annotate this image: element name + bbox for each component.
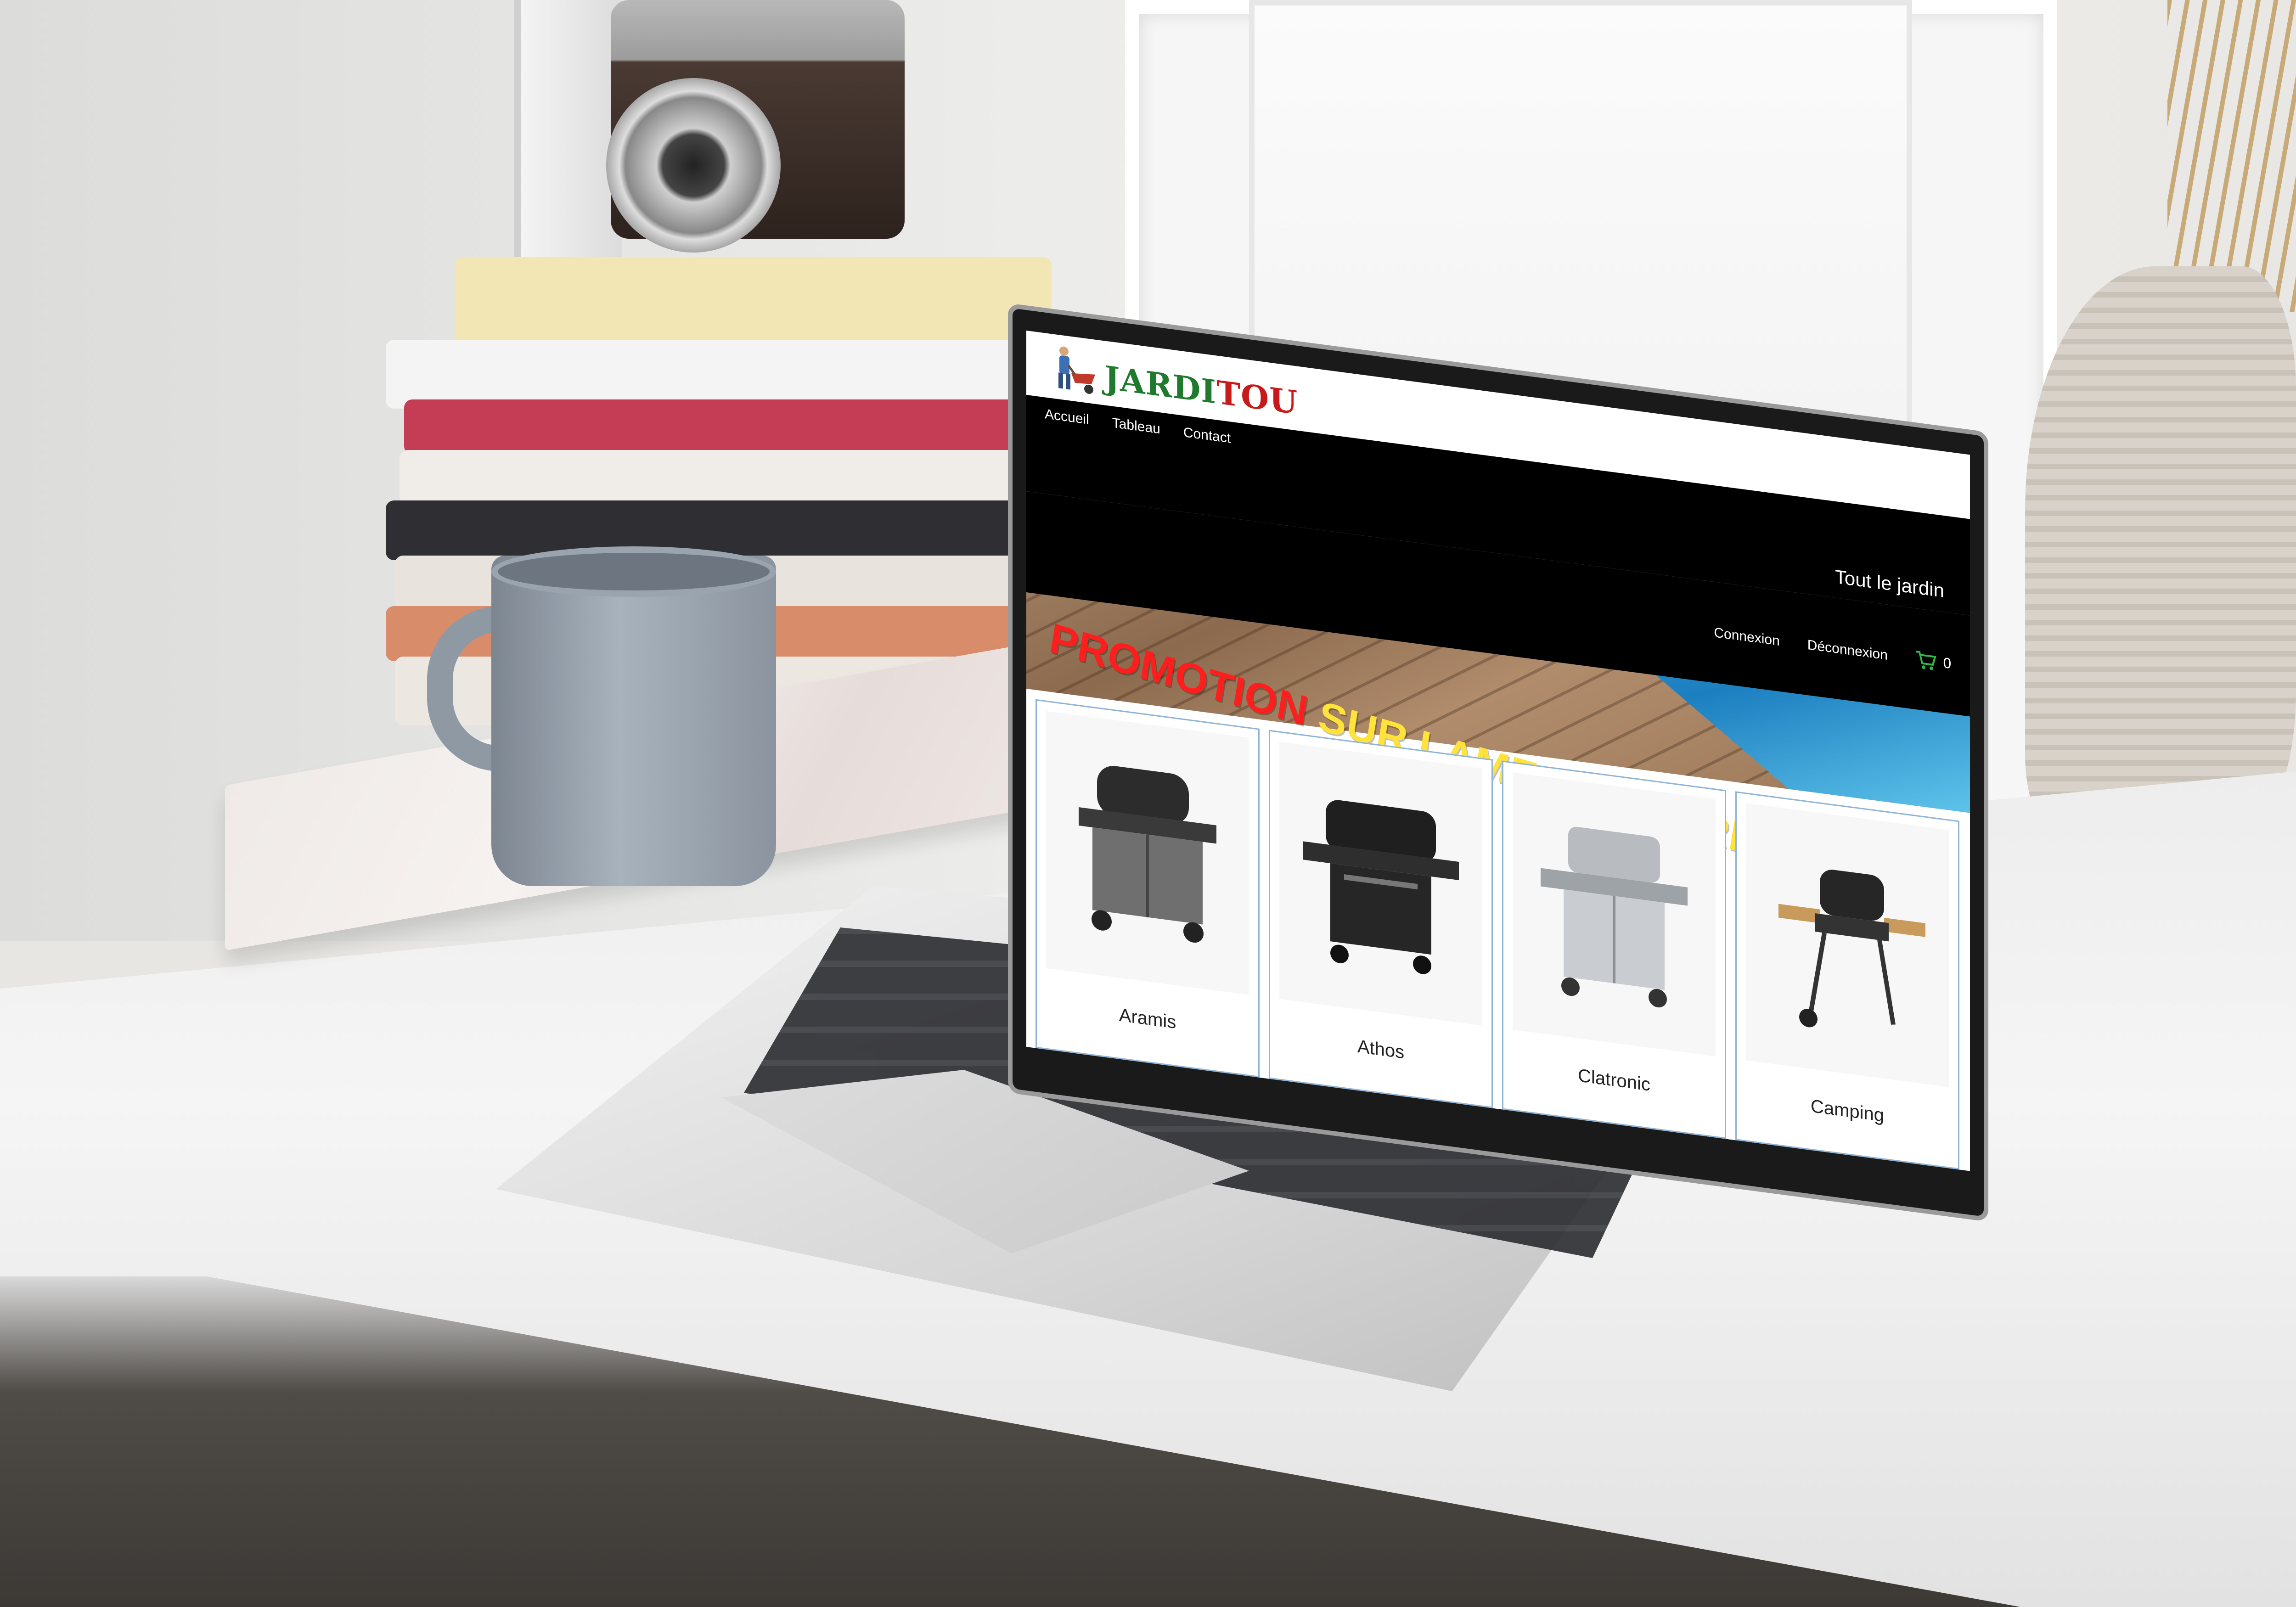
product-card-clatronic[interactable]: Clatronic — [1502, 760, 1726, 1139]
barbecue-grill-icon — [1079, 766, 1216, 943]
site-tagline: Tout le jardin — [1835, 565, 1944, 602]
product-card-camping[interactable]: Camping — [1735, 791, 1959, 1170]
cart-button[interactable]: 0 — [1915, 650, 1952, 674]
product-name[interactable]: Athos — [1270, 1025, 1491, 1074]
user-links: Connexion Déconnexion 0 — [1714, 623, 1952, 674]
logout-link[interactable]: Déconnexion — [1807, 637, 1888, 663]
product-name[interactable]: Camping — [1737, 1086, 1958, 1136]
nav-item-accueil[interactable]: Accueil — [1045, 406, 1089, 428]
nav-item-contact[interactable]: Contact — [1183, 425, 1231, 447]
camera-lens — [606, 78, 781, 253]
product-card-aramis[interactable]: Aramis — [1035, 699, 1260, 1078]
product-image-camping[interactable] — [1746, 803, 1949, 1087]
dried-reeds — [2167, 0, 2296, 312]
product-image-athos[interactable] — [1279, 742, 1482, 1026]
product-card-athos[interactable]: Athos — [1269, 730, 1493, 1108]
mug-rim — [491, 546, 776, 597]
laptop-screen: JARDITOU Accueil Tableau Contact Tout le… — [1026, 331, 1970, 1171]
product-image-clatronic[interactable] — [1513, 772, 1716, 1056]
coffee-mug — [491, 556, 776, 886]
logo-text-jardi: JARDI — [1104, 358, 1217, 411]
logo-text-tou: TOU — [1216, 373, 1298, 422]
barbecue-grill-icon — [1778, 870, 1925, 1028]
barbecue-grill-icon — [1303, 800, 1459, 974]
product-name[interactable]: Aramis — [1037, 994, 1258, 1044]
cart-count: 0 — [1942, 655, 1952, 672]
shopping-cart-icon — [1915, 650, 1936, 672]
nav-item-tableau[interactable]: Tableau — [1112, 416, 1160, 438]
barbecue-grill-icon — [1541, 826, 1688, 1008]
login-link[interactable]: Connexion — [1714, 625, 1779, 649]
gardener-wheelbarrow-icon[interactable] — [1045, 342, 1100, 400]
product-name[interactable]: Clatronic — [1503, 1056, 1725, 1105]
product-image-aramis[interactable] — [1046, 711, 1249, 995]
